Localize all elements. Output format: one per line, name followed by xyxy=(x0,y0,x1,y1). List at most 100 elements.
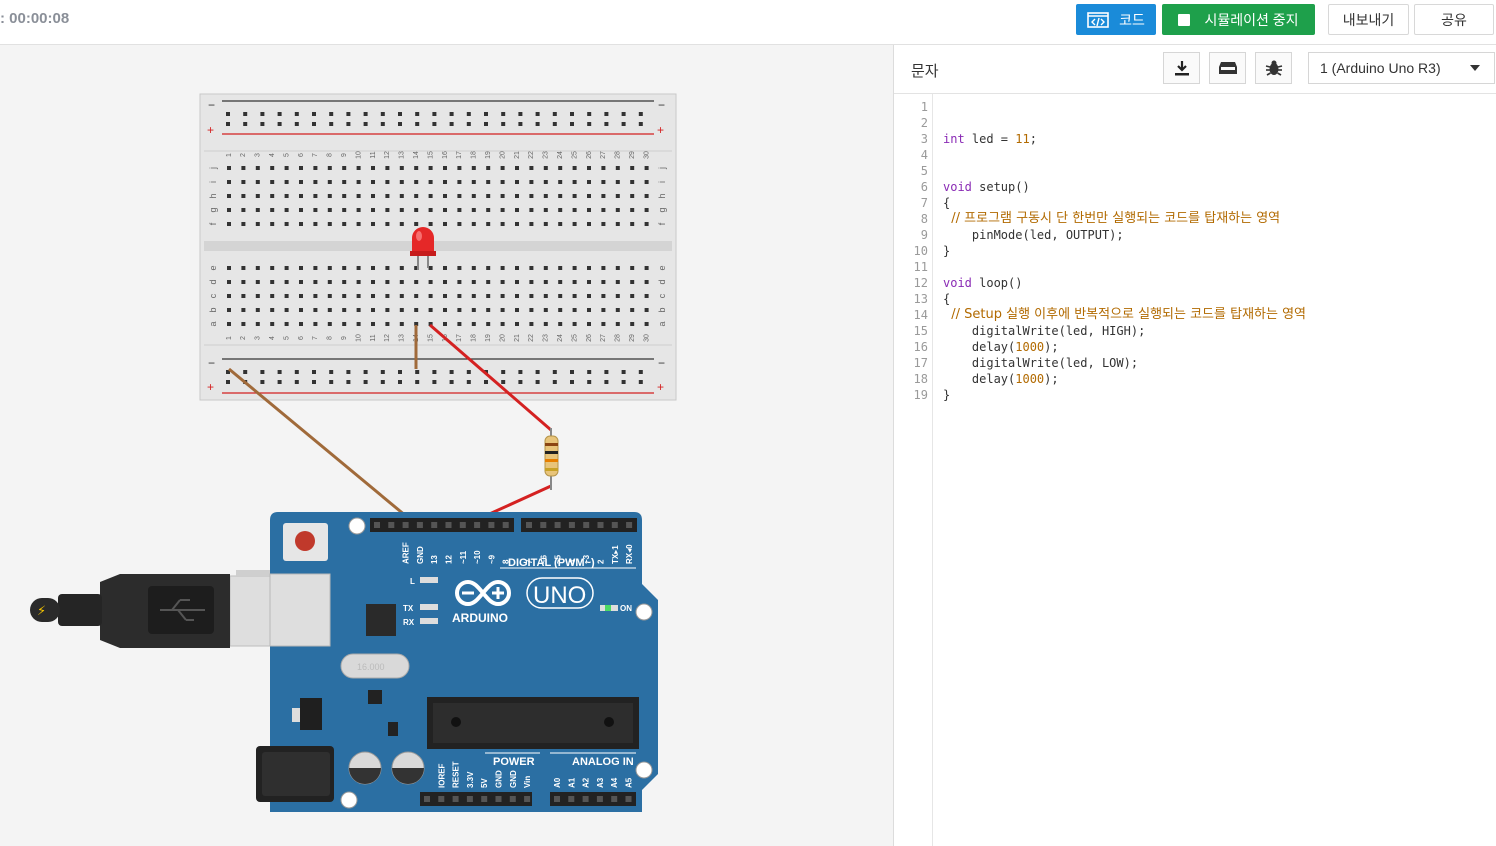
breadboard-hole[interactable] xyxy=(457,180,462,184)
breadboard-hole[interactable] xyxy=(342,166,347,170)
breadboard-hole[interactable] xyxy=(601,166,606,170)
rail-hole[interactable] xyxy=(294,370,299,374)
breadboard-hole[interactable] xyxy=(270,322,275,326)
breadboard-hole[interactable] xyxy=(284,280,289,284)
rail-hole[interactable] xyxy=(329,380,334,384)
breadboard-hole[interactable] xyxy=(255,208,260,212)
breadboard-hole[interactable] xyxy=(399,180,404,184)
rail-hole[interactable] xyxy=(535,370,540,374)
rail-hole[interactable] xyxy=(277,380,282,384)
breadboard-hole[interactable] xyxy=(471,308,476,312)
header-pin-socket[interactable] xyxy=(431,522,438,528)
rail-hole[interactable] xyxy=(552,122,557,126)
rail-hole[interactable] xyxy=(363,112,368,116)
rail-hole[interactable] xyxy=(346,370,351,374)
breadboard-hole[interactable] xyxy=(558,280,563,284)
rail-hole[interactable] xyxy=(312,122,316,126)
breadboard-hole[interactable] xyxy=(227,194,231,198)
breadboard-hole[interactable] xyxy=(241,294,246,298)
rail-hole[interactable] xyxy=(518,122,523,126)
breadboard-hole[interactable] xyxy=(356,166,361,170)
rail-hole[interactable] xyxy=(312,380,316,384)
rail-hole[interactable] xyxy=(432,380,437,384)
breadboard-hole[interactable] xyxy=(471,166,476,170)
rail-hole[interactable] xyxy=(243,370,248,374)
breadboard-hole[interactable] xyxy=(270,294,275,298)
breadboard-hole[interactable] xyxy=(515,266,519,270)
breadboard-hole[interactable] xyxy=(385,322,390,326)
rail-hole[interactable] xyxy=(415,370,420,374)
rail-hole[interactable] xyxy=(277,122,282,126)
breadboard-hole[interactable] xyxy=(284,266,289,270)
breadboard-hole[interactable] xyxy=(399,294,404,298)
breadboard-hole[interactable] xyxy=(529,280,534,284)
breadboard-hole[interactable] xyxy=(500,266,505,270)
rail-hole[interactable] xyxy=(346,112,351,116)
breadboard-hole[interactable] xyxy=(601,222,606,226)
header-pin-socket[interactable] xyxy=(416,522,423,528)
rail-hole[interactable] xyxy=(570,370,574,374)
breadboard-hole[interactable] xyxy=(270,166,275,170)
rail-hole[interactable] xyxy=(518,380,523,384)
header-pin-socket[interactable] xyxy=(445,522,452,528)
breadboard-hole[interactable] xyxy=(428,180,433,184)
rail-hole[interactable] xyxy=(587,112,592,116)
breadboard-hole[interactable] xyxy=(543,308,548,312)
breadboard-hole[interactable] xyxy=(558,266,563,270)
rail-hole[interactable] xyxy=(501,112,506,116)
rail-hole[interactable] xyxy=(552,112,557,116)
breadboard-hole[interactable] xyxy=(630,180,635,184)
breadboard-hole[interactable] xyxy=(486,280,491,284)
rail-hole[interactable] xyxy=(449,380,454,384)
breadboard-hole[interactable] xyxy=(529,208,534,212)
breadboard-hole[interactable] xyxy=(572,308,577,312)
breadboard-hole[interactable] xyxy=(615,308,620,312)
breadboard-hole[interactable] xyxy=(414,180,419,184)
breadboard-hole[interactable] xyxy=(270,194,275,198)
breadboard-hole[interactable] xyxy=(457,322,462,326)
breadboard-hole[interactable] xyxy=(572,208,577,212)
arduino-uno-board[interactable]: 16.000 AREF GND 13 12 ~11 ~10 ~9 8 7 ~6 ~5 4 ~3 2 TX▸1… xyxy=(256,512,658,812)
breadboard-hole[interactable] xyxy=(615,280,620,284)
breadboard-hole[interactable] xyxy=(558,294,563,298)
breadboard-hole[interactable] xyxy=(371,222,375,226)
rail-hole[interactable] xyxy=(398,112,402,116)
header-pin-socket[interactable] xyxy=(402,522,409,528)
rail-hole[interactable] xyxy=(587,380,592,384)
breadboard-hole[interactable] xyxy=(327,180,332,184)
breadboard-hole[interactable] xyxy=(457,208,462,212)
breadboard-hole[interactable] xyxy=(313,280,318,284)
breadboard-hole[interactable] xyxy=(299,280,303,284)
breadboard-hole[interactable] xyxy=(587,180,591,184)
breadboard-hole[interactable] xyxy=(471,222,476,226)
breadboard-hole[interactable] xyxy=(313,322,318,326)
breadboard-hole[interactable] xyxy=(356,222,361,226)
rail-hole[interactable] xyxy=(260,380,265,384)
breadboard-hole[interactable] xyxy=(342,294,347,298)
breadboard-hole[interactable] xyxy=(284,166,289,170)
breadboard-hole[interactable] xyxy=(615,194,620,198)
breadboard-hole[interactable] xyxy=(486,222,491,226)
rail-hole[interactable] xyxy=(329,122,334,126)
breadboard-hole[interactable] xyxy=(644,280,649,284)
breadboard-hole[interactable] xyxy=(414,208,419,212)
header-pin-socket[interactable] xyxy=(597,522,604,528)
breadboard-hole[interactable] xyxy=(572,266,577,270)
header-pin-socket[interactable] xyxy=(452,796,459,802)
breadboard-hole[interactable] xyxy=(371,194,375,198)
breadboard-hole[interactable] xyxy=(342,266,347,270)
breadboard-hole[interactable] xyxy=(299,266,303,270)
breadboard-hole[interactable] xyxy=(385,166,390,170)
breadboard-hole[interactable] xyxy=(342,308,347,312)
breadboard-hole[interactable] xyxy=(371,208,375,212)
breadboard-hole[interactable] xyxy=(486,208,491,212)
breadboard-hole[interactable] xyxy=(630,208,635,212)
breadboard-hole[interactable] xyxy=(630,166,635,170)
breadboard-hole[interactable] xyxy=(558,208,563,212)
breadboard-hole[interactable] xyxy=(443,322,447,326)
breadboard-hole[interactable] xyxy=(414,166,419,170)
rail-hole[interactable] xyxy=(638,370,643,374)
breadboard-hole[interactable] xyxy=(428,222,433,226)
breadboard-hole[interactable] xyxy=(227,180,231,184)
breadboard-hole[interactable] xyxy=(630,308,635,312)
